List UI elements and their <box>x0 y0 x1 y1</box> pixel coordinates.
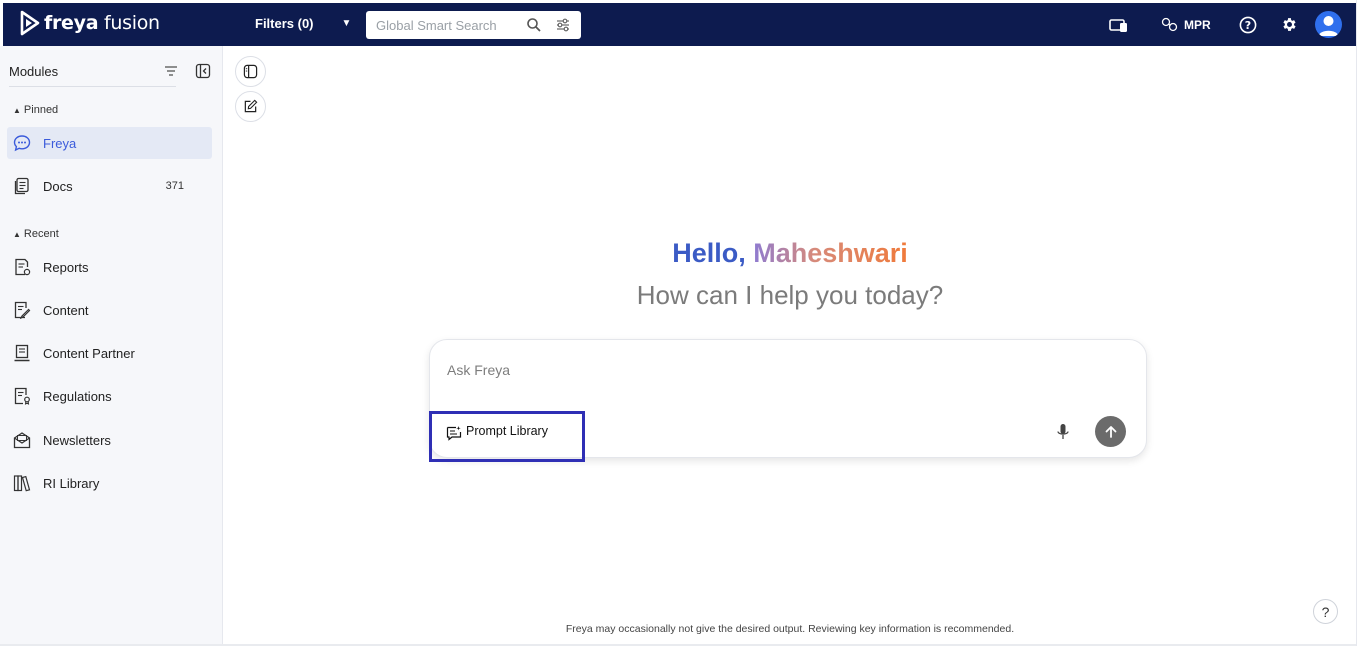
mpr-switcher[interactable]: MPR <box>1161 3 1211 46</box>
sidebar-item-freya[interactable]: Freya <box>7 127 212 159</box>
greeting-subtitle: How can I help you today? <box>636 280 944 310</box>
recent-section-toggle[interactable]: ▲ Recent <box>13 228 59 240</box>
user-icon <box>1318 16 1339 36</box>
send-button[interactable] <box>1095 416 1126 447</box>
user-avatar[interactable] <box>1315 11 1342 38</box>
gear-icon <box>1283 18 1296 31</box>
help-circle-icon: ? <box>1239 16 1257 33</box>
library-icon <box>13 475 31 492</box>
docs-icon <box>14 177 29 195</box>
sidebar-item-newsletters[interactable]: Newsletters <box>7 424 212 456</box>
cast-device-icon <box>1109 18 1127 32</box>
triangle-up-icon: ▲ <box>13 230 21 239</box>
disclaimer-text: Freya may occasionally not give the desi… <box>565 623 1015 635</box>
prompt-library-button[interactable]: Prompt Library <box>429 411 585 462</box>
filter-lines-icon[interactable] <box>163 63 179 79</box>
content-partner-icon <box>14 344 30 362</box>
global-search-box <box>366 11 581 39</box>
caret-down-icon: ▼ <box>341 18 352 29</box>
edit-square-icon <box>244 99 258 113</box>
collapse-sidebar-icon[interactable] <box>195 63 211 79</box>
search-settings-sliders-icon[interactable] <box>555 17 571 33</box>
sidebar-item-label: Reports <box>43 259 89 275</box>
sidebar-item-content[interactable]: Content <box>7 294 212 326</box>
docs-count-badge: 371 <box>165 180 184 192</box>
greeting-heading: Hello, Maheshwari <box>224 238 1356 269</box>
freya-logo-icon <box>20 10 40 36</box>
chat-bubble-icon <box>13 135 31 152</box>
search-icon[interactable] <box>526 17 542 33</box>
sidebar-item-label: Newsletters <box>43 432 111 448</box>
cast-device-button[interactable] <box>1109 3 1128 46</box>
sidebar-item-label: Regulations <box>43 388 112 404</box>
modules-sidebar: Modules ▲Pinned Freya Docs 371 ▲Recent <box>0 46 223 646</box>
prompt-library-label: Prompt Library <box>466 424 548 438</box>
filters-label: Filters (0) <box>255 16 314 31</box>
sidebar-item-label: Content Partner <box>43 345 135 361</box>
report-icon <box>15 258 31 276</box>
triangle-up-icon: ▲ <box>13 106 21 115</box>
newsletter-icon <box>13 432 31 449</box>
svg-text:?: ? <box>1245 19 1251 32</box>
logo-text: freya fusion <box>44 12 160 34</box>
freya-fusion-logo[interactable]: freya fusion <box>19 10 160 36</box>
sidebar-item-label: RI Library <box>43 475 100 491</box>
microphone-icon[interactable] <box>1055 423 1071 441</box>
mpr-label: MPR <box>1184 17 1211 32</box>
settings-button[interactable] <box>1281 3 1298 46</box>
sidebar-item-label: Freya <box>43 135 77 151</box>
window-right-edge <box>1356 0 1368 646</box>
sidebar-item-reports[interactable]: Reports <box>7 251 212 283</box>
arrow-up-icon <box>1105 425 1116 438</box>
divider <box>9 86 176 87</box>
sidebar-item-regulations[interactable]: Regulations <box>7 380 212 412</box>
regulations-icon <box>14 387 30 405</box>
question-mark-icon: ? <box>1321 603 1330 620</box>
help-floating-button[interactable]: ? <box>1313 599 1338 624</box>
content-edit-icon <box>14 301 31 319</box>
global-search-input[interactable] <box>376 17 521 33</box>
top-navigation-bar: freya fusion Filters (0) ▼ Global Smart … <box>3 3 1356 46</box>
sidebar-item-docs[interactable]: Docs 371 <box>7 170 212 202</box>
new-chat-button[interactable] <box>235 91 266 122</box>
greeting-user-name: Maheshwari <box>753 238 908 268</box>
sidebar-item-content-partner[interactable]: Content Partner <box>7 337 212 369</box>
help-button[interactable]: ? <box>1239 3 1257 46</box>
link-nodes-icon <box>1161 17 1178 32</box>
sidebar-item-label: Docs <box>43 178 73 194</box>
toggle-history-panel-button[interactable] <box>235 56 266 87</box>
modules-title: Modules <box>9 64 59 79</box>
sidebar-item-ri-library[interactable]: RI Library <box>7 467 212 499</box>
pinned-section-toggle[interactable]: ▲ Pinned <box>13 104 58 116</box>
sidebar-item-label: Content <box>43 302 89 318</box>
panel-layout-icon <box>243 64 258 79</box>
filters-dropdown[interactable]: Filters (0) ▼ <box>255 16 351 31</box>
greeting-hello: Hello, <box>672 238 746 268</box>
prompt-library-icon <box>446 426 462 441</box>
ask-freya-input[interactable] <box>447 362 1047 378</box>
